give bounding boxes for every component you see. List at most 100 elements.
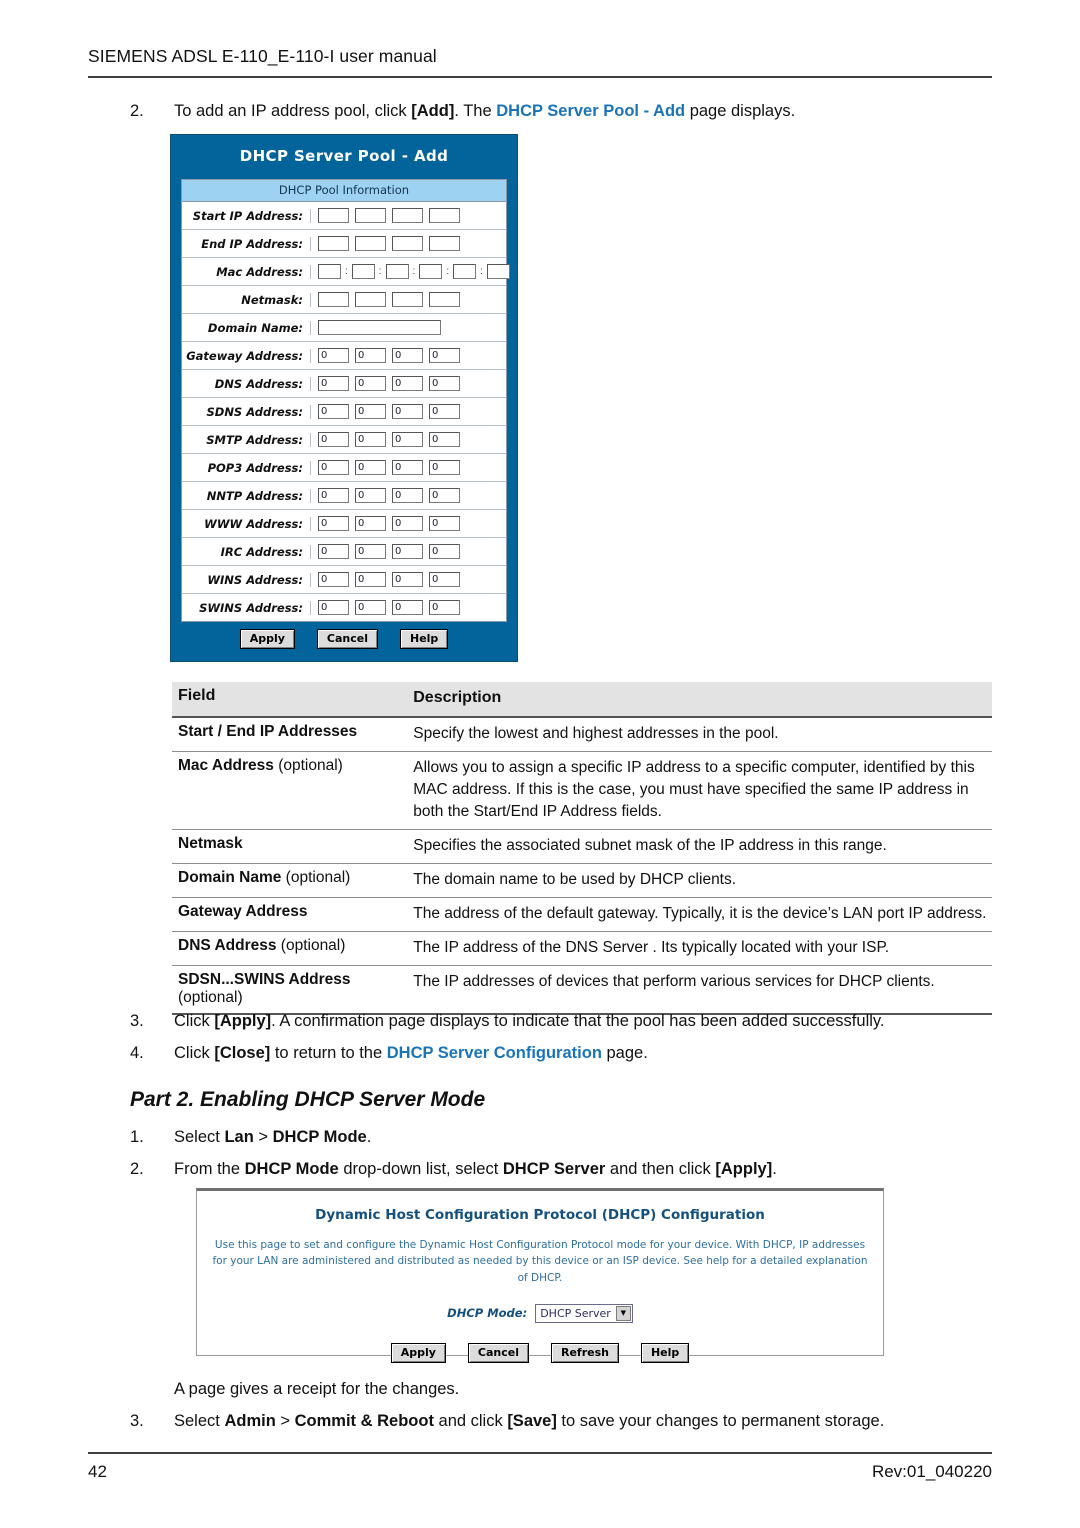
- octet-input[interactable]: [429, 292, 460, 307]
- panel1-apply-button[interactable]: Apply: [239, 629, 295, 649]
- octet-input[interactable]: 0: [355, 600, 386, 615]
- field-optional-note: (optional): [281, 868, 351, 886]
- octet-input[interactable]: 0: [355, 432, 386, 447]
- octet-input[interactable]: [453, 264, 477, 279]
- octet-input[interactable]: [392, 236, 423, 251]
- form-row: IRC Address: 0 0 0 0: [182, 538, 506, 566]
- table-cell-description: The IP addresses of devices that perform…: [413, 972, 935, 990]
- octet-input[interactable]: [355, 236, 386, 251]
- octet-input[interactable]: [318, 208, 349, 223]
- domain-name-input[interactable]: [318, 320, 441, 335]
- octet-input[interactable]: [318, 236, 349, 251]
- step-2-part-a: To add an IP address pool, click: [174, 102, 412, 120]
- octet-input[interactable]: 0: [318, 376, 349, 391]
- octet-input[interactable]: 0: [429, 460, 460, 475]
- octet-input[interactable]: 0: [318, 432, 349, 447]
- mac-separator: :: [446, 266, 450, 277]
- table-cell-field: Netmask: [172, 829, 407, 863]
- octet-input[interactable]: 0: [318, 572, 349, 587]
- octet-input[interactable]: 0: [392, 516, 423, 531]
- panel2-cancel-button[interactable]: Cancel: [467, 1342, 529, 1363]
- field-name: Domain Name: [178, 868, 282, 886]
- octet-input[interactable]: 0: [318, 460, 349, 475]
- octet-input[interactable]: [355, 208, 386, 223]
- octet-input[interactable]: 0: [318, 348, 349, 363]
- octet-input[interactable]: 0: [392, 432, 423, 447]
- panel2-refresh-button[interactable]: Refresh: [550, 1342, 619, 1363]
- octet-input[interactable]: 0: [429, 488, 460, 503]
- form-row-inputs: :::::: [311, 261, 510, 282]
- octet-input[interactable]: 0: [429, 432, 460, 447]
- menu-commit-reboot-token: Commit & Reboot: [294, 1412, 434, 1430]
- octet-input[interactable]: 0: [392, 600, 423, 615]
- octet-input[interactable]: 0: [429, 348, 460, 363]
- octet-input[interactable]: [392, 208, 423, 223]
- octet-input[interactable]: 0: [392, 404, 423, 419]
- part2-step-1-number: 1.: [130, 1128, 144, 1146]
- part2-step-2-part-e: and then click: [605, 1160, 716, 1178]
- panel1-title: DHCP Server Pool - Add: [239, 147, 449, 165]
- form-row-inputs: 0000: [311, 541, 506, 562]
- mac-separator: :: [480, 266, 483, 277]
- octet-input[interactable]: 0: [355, 488, 386, 503]
- octet-input[interactable]: 0: [429, 404, 460, 419]
- octet-input[interactable]: 0: [429, 376, 460, 391]
- panel1-cancel-button[interactable]: Cancel: [316, 629, 378, 649]
- octet-input[interactable]: [392, 292, 423, 307]
- step-3-final-number: 3.: [130, 1412, 144, 1430]
- step-2-page-link[interactable]: DHCP Server Pool - Add: [496, 102, 685, 120]
- step-4-close-token: [Close]: [214, 1044, 271, 1062]
- panel2-help-button[interactable]: Help: [640, 1342, 690, 1363]
- octet-input[interactable]: [351, 264, 375, 279]
- octet-input[interactable]: [355, 292, 386, 307]
- octet-input[interactable]: [385, 264, 409, 279]
- octet-input[interactable]: 0: [429, 516, 460, 531]
- table-cell-field: Domain Name (optional): [172, 863, 407, 897]
- octet-input[interactable]: [429, 236, 460, 251]
- octet-input[interactable]: 0: [318, 544, 349, 559]
- octet-input[interactable]: [486, 264, 510, 279]
- octet-input[interactable]: [318, 292, 349, 307]
- octet-input[interactable]: 0: [429, 572, 460, 587]
- chevron-down-icon[interactable]: ▼: [615, 1305, 631, 1321]
- step-4-page-link[interactable]: DHCP Server Configuration: [387, 1044, 602, 1062]
- form-row: Domain Name:: [182, 314, 506, 342]
- form-row: POP3 Address: 0 0 0 0: [182, 454, 506, 482]
- part2-step-2-part-c: drop-down list, select: [338, 1160, 503, 1178]
- form-row: Mac Address::::::: [182, 258, 510, 286]
- step-3-part-a: Click: [174, 1012, 215, 1030]
- octet-input[interactable]: 0: [392, 544, 423, 559]
- mac-separator: :: [412, 266, 416, 277]
- octet-input[interactable]: 0: [355, 404, 386, 419]
- octet-input[interactable]: 0: [392, 348, 423, 363]
- table-cell-description: The domain name to be used by DHCP clien…: [413, 870, 737, 888]
- octet-input[interactable]: 0: [355, 572, 386, 587]
- octet-input[interactable]: 0: [355, 460, 386, 475]
- dhcp-mode-select[interactable]: DHCP Server ▼: [535, 1303, 633, 1323]
- octet-input[interactable]: [318, 264, 341, 279]
- octet-input[interactable]: 0: [392, 488, 423, 503]
- receipt-note: A page gives a receipt for the changes.: [174, 1378, 1034, 1402]
- octet-input[interactable]: [419, 264, 443, 279]
- panel2-apply-button[interactable]: Apply: [390, 1342, 446, 1363]
- octet-input[interactable]: 0: [392, 376, 423, 391]
- step-4-part-d: page.: [601, 1044, 648, 1062]
- octet-input[interactable]: 0: [355, 516, 386, 531]
- octet-input[interactable]: 0: [429, 600, 460, 615]
- panel1-help-button[interactable]: Help: [399, 629, 449, 649]
- octet-input[interactable]: 0: [318, 404, 349, 419]
- octet-input[interactable]: 0: [429, 544, 460, 559]
- octet-input[interactable]: 0: [392, 460, 423, 475]
- octet-input[interactable]: 0: [318, 600, 349, 615]
- octet-input[interactable]: 0: [392, 572, 423, 587]
- panel1-button-row: Apply Cancel Help: [171, 629, 517, 649]
- octet-input[interactable]: 0: [355, 348, 386, 363]
- form-row-label: Netmask:: [182, 292, 311, 307]
- octet-input[interactable]: 0: [355, 376, 386, 391]
- octet-input[interactable]: [429, 208, 460, 223]
- octet-input[interactable]: 0: [318, 488, 349, 503]
- table-cell-field: Mac Address (optional): [172, 751, 407, 829]
- octet-input[interactable]: 0: [355, 544, 386, 559]
- document-page: SIEMENS ADSL E-110_E-110-I user manual 2…: [0, 0, 1080, 1528]
- octet-input[interactable]: 0: [318, 516, 349, 531]
